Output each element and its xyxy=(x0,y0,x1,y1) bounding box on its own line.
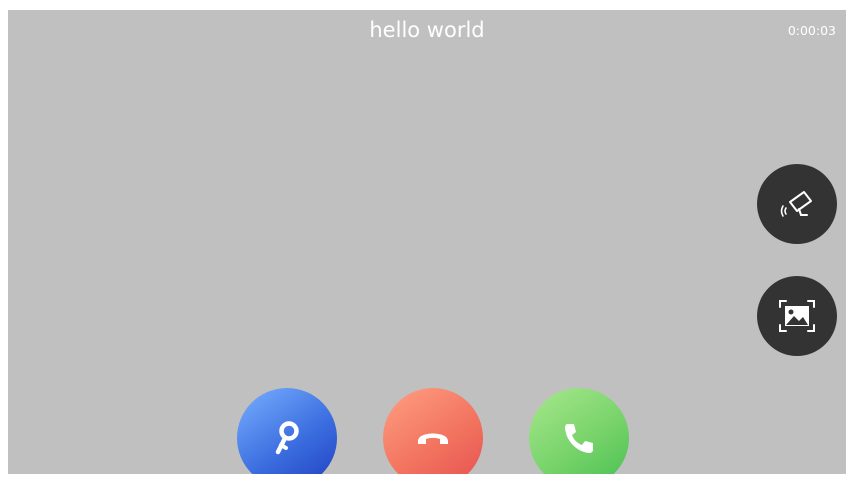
video-call-screen: hello world 0:00:03 xyxy=(8,10,846,474)
key-icon xyxy=(267,418,307,458)
snapshot-button[interactable] xyxy=(757,276,837,356)
cctv-camera-icon xyxy=(777,184,817,224)
answer-button[interactable] xyxy=(529,388,629,474)
hang-up-button[interactable] xyxy=(383,388,483,474)
caller-name: hello world xyxy=(369,18,485,42)
phone-icon xyxy=(559,418,599,458)
unlock-button[interactable] xyxy=(237,388,337,474)
call-duration: 0:00:03 xyxy=(787,23,836,38)
surveillance-camera-button[interactable] xyxy=(757,164,837,244)
picture-capture-icon xyxy=(776,296,818,336)
hangup-phone-icon xyxy=(413,418,453,458)
